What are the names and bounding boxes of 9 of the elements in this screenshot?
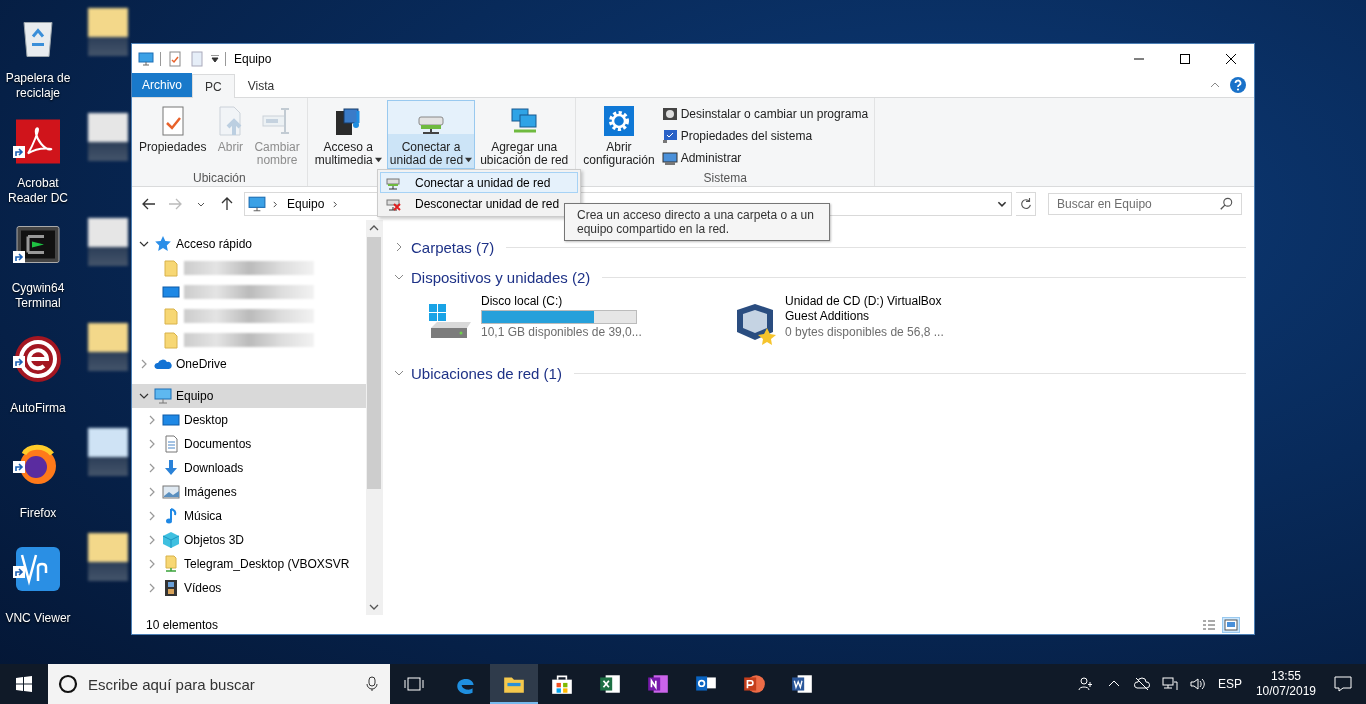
drive-space: 0 bytes disponibles de 56,8 ... <box>785 325 945 339</box>
drive-space: 10,1 GB disponibles de 39,0... <box>481 325 643 339</box>
drive-name: Unidad de CD (D:) VirtualBox Guest Additions <box>785 294 943 324</box>
group-label: Sistema <box>702 170 748 187</box>
item-count: 10 elementos <box>146 617 219 632</box>
tooltip: Crea un acceso directo a una carpeta o a un equipo compartido en la red. <box>564 203 830 241</box>
drive-name: Disco local (C:) <box>481 294 564 309</box>
group-label: Ubicación <box>192 170 247 187</box>
window-title: Equipo <box>234 51 272 66</box>
